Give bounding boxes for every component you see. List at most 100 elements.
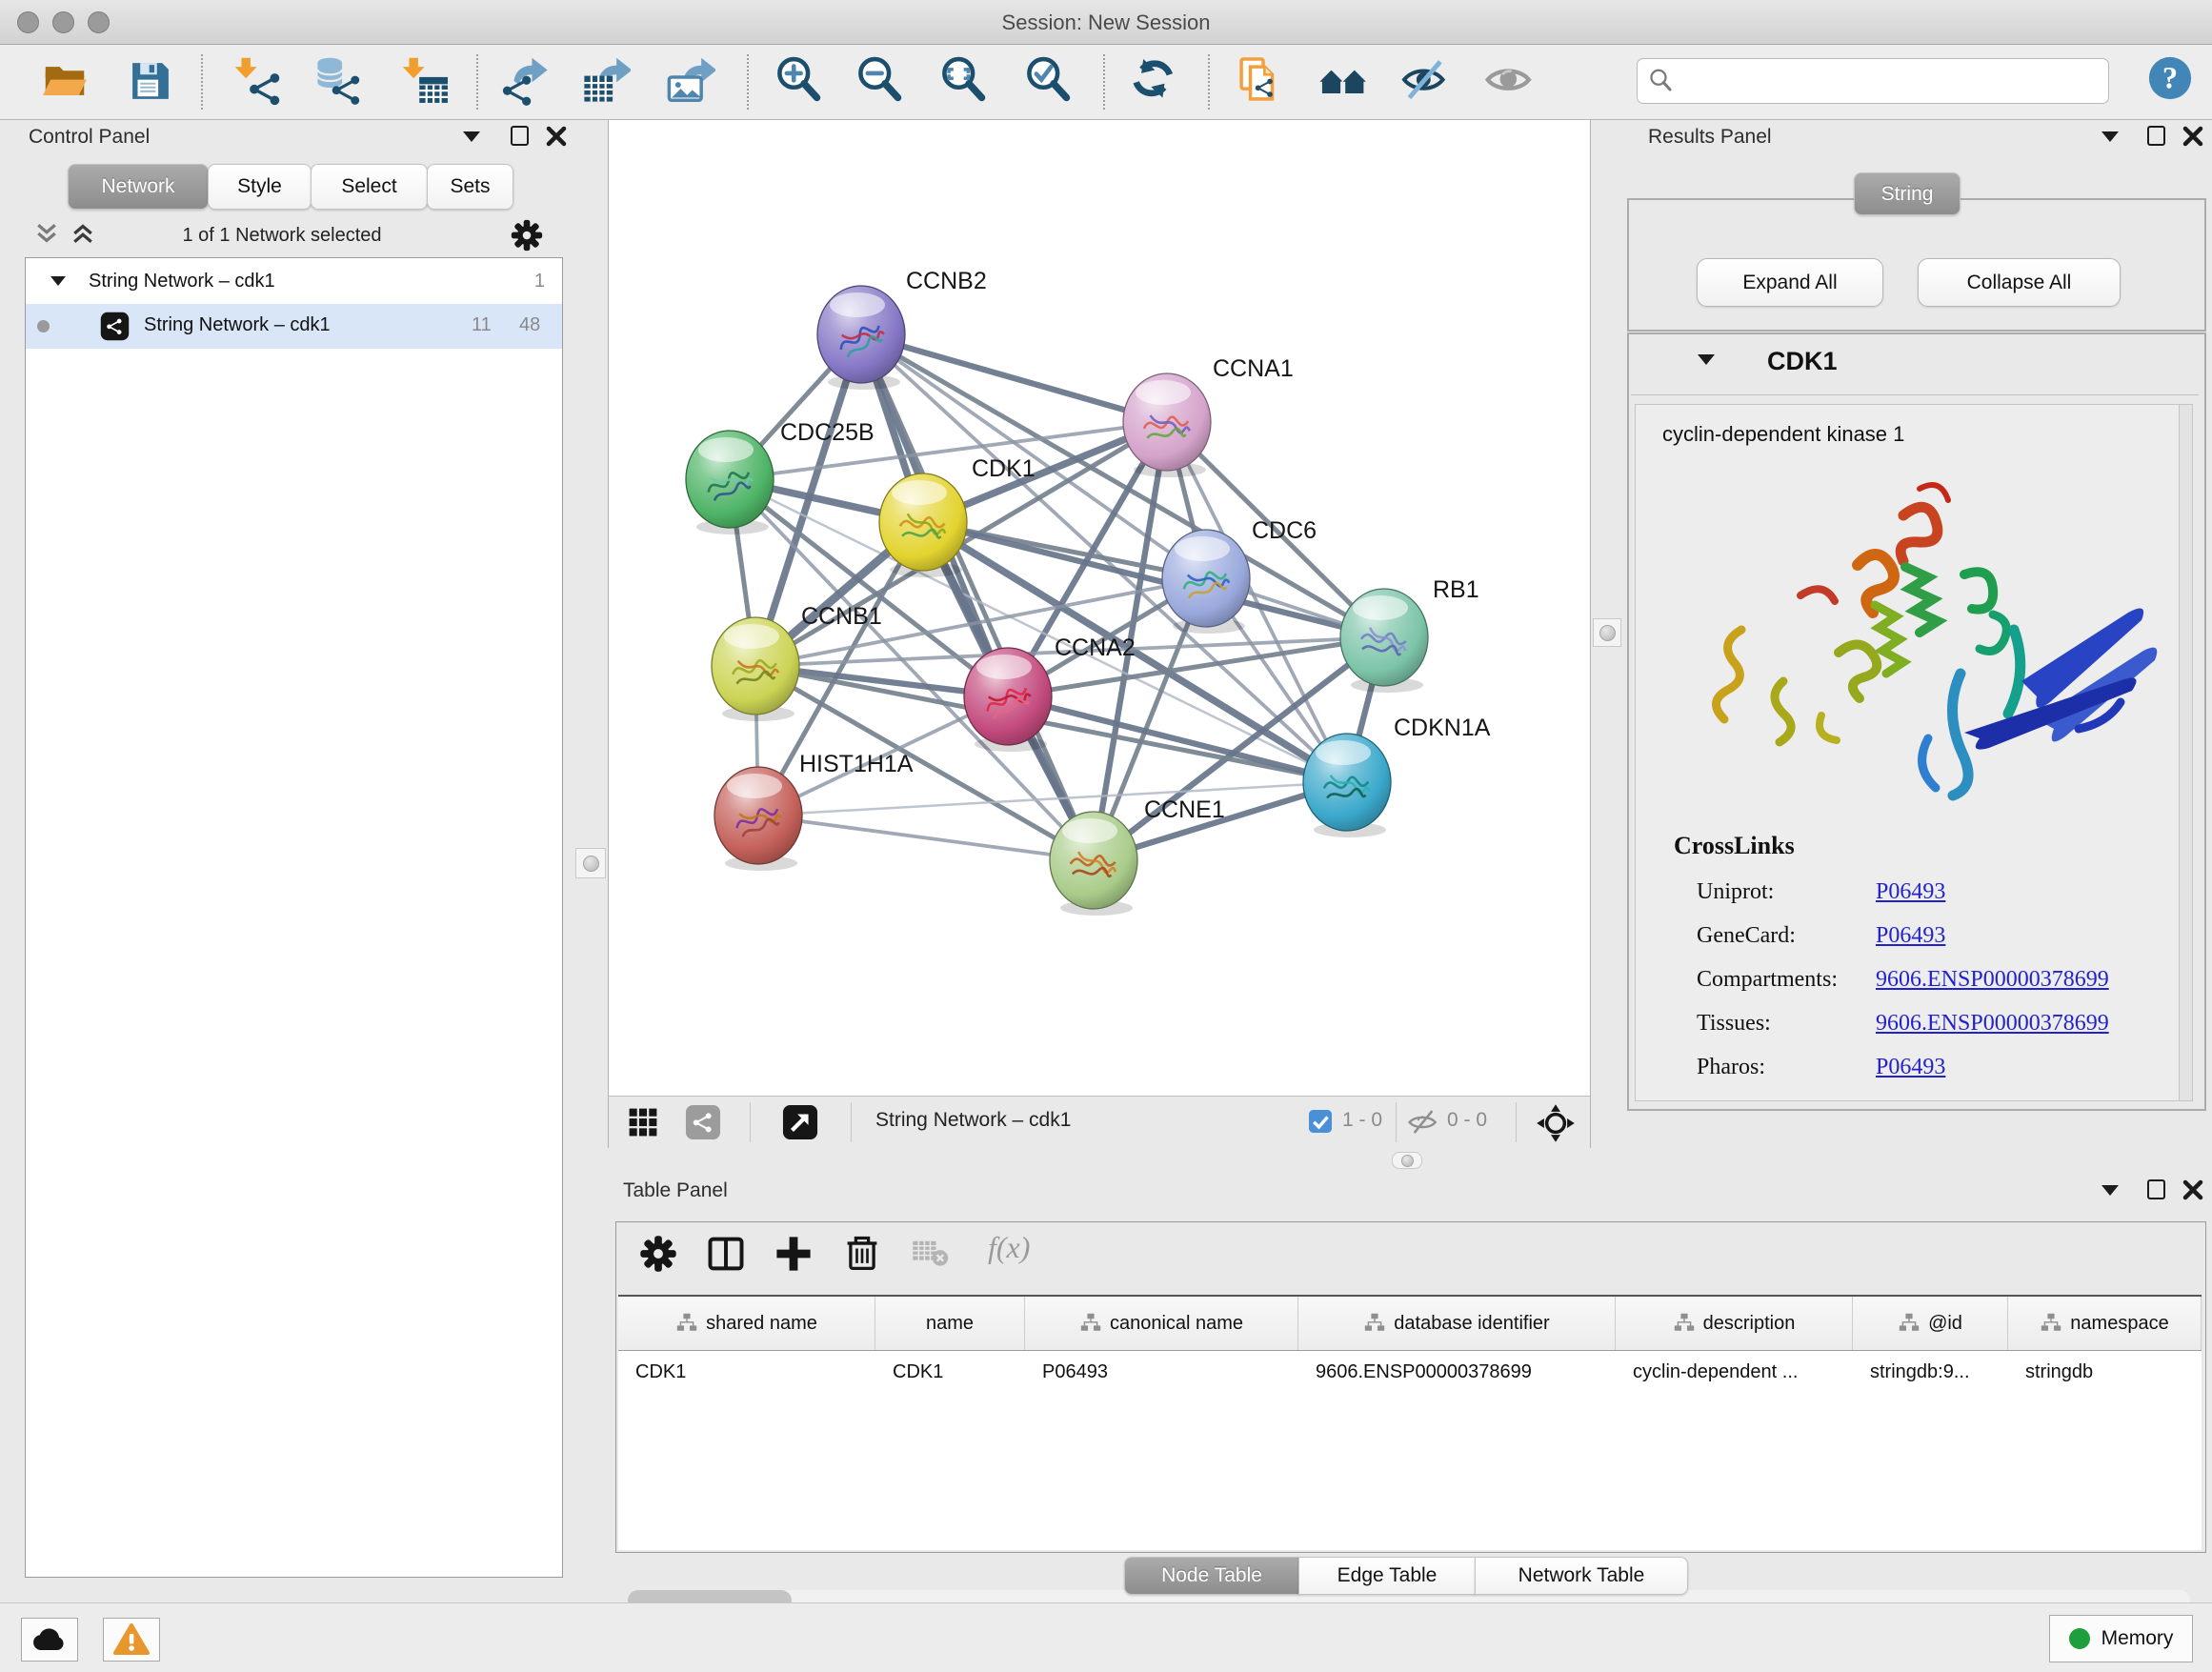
node-label-CDKN1A: CDKN1A — [1394, 715, 1491, 741]
crosslink-row: Compartments: 9606.ENSP00000378699 — [1697, 961, 2173, 1005]
column-header-canonical-name[interactable]: canonical name — [1025, 1297, 1298, 1350]
save-session-button[interactable] — [123, 52, 178, 110]
tree-row-network[interactable]: String Network – cdk11148 — [26, 304, 562, 349]
toolbar-separator — [747, 54, 749, 110]
gene-description: cyclin-dependent kinase 1 — [1662, 422, 1904, 447]
open-session-button[interactable] — [37, 52, 92, 110]
edge-CCNB2-CCNE1[interactable] — [861, 334, 1094, 860]
search-icon — [1647, 67, 1676, 95]
export-network-to-file-button[interactable] — [495, 52, 551, 110]
open-string-network-icon — [1234, 55, 1285, 107]
network-selection-status: 1 of 1 Network selected — [25, 225, 539, 247]
search-input[interactable] — [1679, 62, 2102, 98]
table-panel-close-icon[interactable] — [2182, 1178, 2204, 1201]
help-question-glyph: ? — [2162, 61, 2178, 95]
column-header-shared-name[interactable]: shared name — [618, 1297, 875, 1350]
import-table-from-file-button[interactable] — [398, 52, 453, 110]
table-panel-float-icon[interactable] — [2147, 1179, 2165, 1199]
open-string-network-button[interactable] — [1232, 52, 1287, 110]
tab-node-table[interactable]: Node Table — [1124, 1557, 1299, 1595]
birdseye-crosshair-icon[interactable] — [1535, 1102, 1577, 1144]
warning-button[interactable] — [103, 1618, 160, 1662]
delete-column-trash-icon[interactable] — [841, 1233, 883, 1275]
tab-sets[interactable]: Sets — [427, 164, 513, 210]
network-tree: String Network – cdk11String Network – c… — [25, 257, 563, 1578]
crosslink-value-link[interactable]: P06493 — [1876, 923, 1945, 949]
tab-string[interactable]: String — [1854, 172, 1961, 215]
network-graph[interactable]: CCNB2CCNA1CDC25BCDK1CDC6RB1CCNB1CCNA2CDK… — [609, 120, 1590, 1096]
right-splitter-handle[interactable] — [1593, 618, 1621, 647]
crosslink-value-link[interactable]: 9606.ENSP00000378699 — [1876, 967, 2109, 993]
show-hide-glass-panel-button[interactable] — [1398, 52, 1454, 110]
add-column-icon[interactable] — [773, 1233, 814, 1275]
table-panel-box: f(x) shared namenamecanonical namedataba… — [615, 1221, 2206, 1553]
edge-HIST1H1A-CCNE1[interactable] — [758, 816, 1094, 860]
network-options-gear-icon[interactable] — [509, 217, 545, 253]
collapse-all-button[interactable]: Collapse All — [1918, 258, 2121, 307]
refresh-network-button[interactable] — [1128, 52, 1183, 110]
edge-count: 48 — [519, 314, 540, 336]
expand-all-button[interactable]: Expand All — [1697, 258, 1883, 307]
zoom-out-button[interactable] — [854, 52, 909, 110]
crosslink-row: Tissues:9606.ENSP00000378699 — [1697, 1005, 2173, 1049]
tab-style[interactable]: Style — [208, 164, 312, 210]
crosslink-label: Compartments: — [1697, 967, 1838, 993]
table-row[interactable]: CDK1CDK1P064939606.ENSP00000378699cyclin… — [618, 1351, 2202, 1393]
hidden-node-edge-counts: 0 - 0 — [1447, 1109, 1487, 1132]
crosslink-value-link[interactable]: P06493 — [1876, 1055, 1945, 1080]
help-button[interactable]: ? — [2145, 53, 2195, 103]
toolbar-separator — [1103, 54, 1105, 110]
export-table-to-file-button[interactable] — [577, 52, 633, 110]
results-panel-menu-icon[interactable] — [2101, 131, 2119, 142]
enable-disable-taskbar-button[interactable] — [1483, 52, 1538, 110]
column-header-namespace[interactable]: namespace — [2008, 1297, 2202, 1350]
results-scrollbar[interactable] — [2179, 405, 2192, 1100]
attribute-hierarchy-icon — [1079, 1312, 1102, 1335]
import-network-from-database-button[interactable] — [311, 52, 366, 110]
results-panel-float-icon[interactable] — [2147, 126, 2165, 146]
table-cell: 9606.ENSP00000378699 — [1298, 1351, 1616, 1393]
tab-edge-table[interactable]: Edge Table — [1298, 1557, 1476, 1595]
tab-select[interactable]: Select — [311, 164, 428, 210]
zoom-fit-button[interactable] — [937, 52, 993, 110]
horizontal-splitter-handle[interactable] — [1392, 1152, 1422, 1169]
left-splitter-handle[interactable] — [575, 848, 606, 878]
control-panel-menu-icon[interactable] — [463, 131, 480, 142]
open-in-window-icon[interactable] — [782, 1104, 818, 1140]
column-header-description[interactable]: description — [1616, 1297, 1853, 1350]
column-header-name[interactable]: name — [875, 1297, 1025, 1350]
table-settings-gear-icon[interactable] — [637, 1233, 679, 1275]
tab-network[interactable]: Network — [68, 164, 209, 210]
grid-view-icon[interactable] — [626, 1105, 660, 1139]
results-panel-close-icon[interactable] — [2182, 125, 2204, 148]
cloud-button[interactable] — [21, 1618, 78, 1662]
column-header-@id[interactable]: @id — [1853, 1297, 2008, 1350]
column-header-database-identifier[interactable]: database identifier — [1298, 1297, 1616, 1350]
show-columns-icon[interactable] — [705, 1233, 747, 1275]
tab-network-table[interactable]: Network Table — [1475, 1557, 1688, 1595]
control-panel-float-icon[interactable] — [511, 126, 529, 146]
zoom-selected-button[interactable] — [1022, 52, 1077, 110]
toolbar-separator — [201, 54, 203, 110]
selected-checkbox-icon[interactable] — [1306, 1107, 1335, 1136]
node-count: 11 — [472, 314, 492, 336]
memory-button[interactable]: Memory — [2049, 1615, 2193, 1662]
network-canvas[interactable]: CCNB2CCNA1CDC25BCDK1CDC6RB1CCNB1CCNA2CDK… — [608, 120, 1591, 1096]
crosslink-value-link[interactable]: P06493 — [1876, 879, 1945, 905]
import-network-from-file-button[interactable] — [231, 52, 286, 110]
control-panel-close-icon[interactable] — [545, 125, 568, 148]
table-cell: cyclin-dependent ... — [1616, 1351, 1853, 1393]
string-home-button[interactable] — [1317, 52, 1372, 110]
crosslink-row: Pharos:P06493 — [1697, 1049, 2173, 1093]
network-share-view-icon[interactable] — [685, 1104, 721, 1140]
cdk1-collapse-icon[interactable] — [1698, 354, 1715, 365]
tree-row-collection[interactable]: String Network – cdk11 — [26, 260, 562, 304]
export-image-button[interactable] — [662, 52, 717, 110]
node-label-HIST1H1A: HIST1H1A — [799, 751, 914, 777]
hidden-eye-slash-icon — [1407, 1106, 1439, 1138]
tree-expander-icon[interactable] — [50, 276, 66, 286]
zoom-in-button[interactable] — [773, 52, 828, 110]
zoom-out-icon — [855, 55, 907, 107]
crosslink-value-link[interactable]: 9606.ENSP00000378699 — [1876, 1011, 2109, 1037]
table-panel-menu-icon[interactable] — [2101, 1185, 2119, 1196]
